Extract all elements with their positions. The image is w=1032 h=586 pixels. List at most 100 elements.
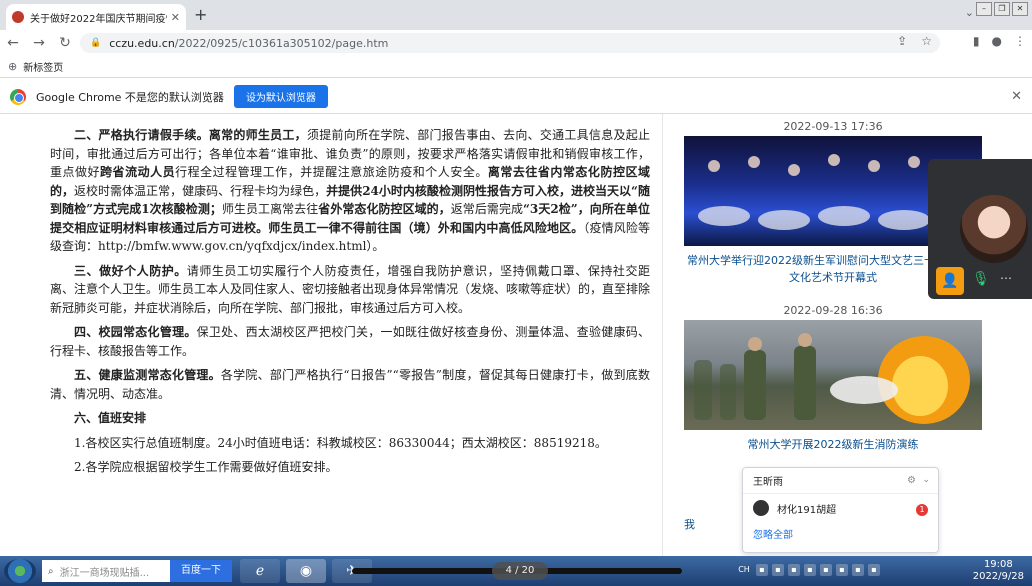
baidu-search-button[interactable]: 百度一下 (170, 560, 232, 582)
network-icon[interactable]: ▪ (852, 564, 864, 576)
body-text: 返校时需体温正常，健康码、行程卡均为绿色， (74, 183, 327, 198)
tab-title: 关于做好2022年国庆节期间疫情... (30, 13, 167, 25)
participant-video (960, 195, 1028, 263)
microphone-icon[interactable]: 🎙 (972, 271, 990, 287)
chat-contact-name: 材化191胡超 (777, 504, 837, 516)
body-text: 返常后需完成 (450, 202, 524, 216)
site-favicon-icon (12, 11, 24, 23)
news-date: 2022-09-13 17:36 (783, 120, 883, 133)
toolbar-actions: ▮ ● ⋮ (973, 34, 1026, 48)
bookmark-star-icon[interactable]: ☆ (921, 34, 932, 48)
news-caption[interactable]: 常州大学开展2022级新生消防演练 (684, 436, 982, 453)
system-tray: CH ▪ ▪ ▪ ▪ ▪ ▪ ▪ ▪ (736, 564, 880, 576)
back-button[interactable]: ← (0, 35, 26, 51)
fire-drill-icon (694, 333, 970, 424)
tray-app-icon[interactable]: ▪ (836, 564, 848, 576)
section-heading: 三、做好个人防护。 (74, 263, 187, 278)
profile-icon[interactable]: ● (992, 34, 1002, 48)
news-image-fire-drill[interactable] (684, 320, 982, 430)
chrome-app-icon[interactable]: ◉ (286, 559, 326, 583)
video-call-widget[interactable]: 👤 🎙 ⋯ (928, 159, 1032, 299)
menu-icon[interactable]: ⋮ (1014, 34, 1026, 48)
volume-icon[interactable]: ▪ (868, 564, 880, 576)
news-more-link[interactable]: 我 (684, 516, 695, 532)
search-icon: ⌕ (48, 565, 54, 577)
default-browser-infobar: Google Chrome 不是您的默认浏览器 设为默认浏览器 ✕ (0, 80, 1032, 114)
article-body: 二、严格执行请假手续。离常的师生员工，须提前向所在学院、部门报告事由、去向、交通… (50, 114, 650, 483)
media-page-indicator: 4 / 20 (492, 562, 548, 580)
tab-close-icon[interactable]: ✕ (171, 11, 180, 24)
screen: 关于做好2022年国庆节期间疫情... ✕ + ⌄ – ❐ ✕ ← → ↻ 🔒 … (0, 0, 1032, 586)
more-options-icon[interactable]: ⋯ (1000, 271, 1012, 285)
bold-text: 离常的师生员工， (208, 128, 307, 142)
globe-icon: ⊕ (8, 60, 18, 73)
minimize-button[interactable]: – (976, 2, 992, 16)
search-placeholder: 浙江一商场现贴插... (59, 567, 150, 579)
chat-notification-popup: 王昕雨 ⚙ ⌄ 材化191胡超 1 忽略全部 (742, 467, 939, 553)
section-heading: 五、健康监测常态化管理。 (74, 368, 221, 382)
omnibox-actions: ⇪ ☆ (897, 34, 932, 48)
browser-tab[interactable]: 关于做好2022年国庆节期间疫情... ✕ (6, 4, 186, 30)
lock-icon[interactable]: 🔒 (90, 38, 101, 48)
tray-app-icon[interactable]: ▪ (772, 564, 784, 576)
section-heading: 四、校园常态化管理。 (74, 325, 197, 339)
share-icon[interactable]: ⇪ (897, 34, 907, 48)
new-tab-button[interactable]: + (194, 5, 207, 24)
url-path: /2022/0925/c10361a305102/page.htm (174, 36, 389, 50)
bookmark-new-tab[interactable]: 新标签页 (23, 59, 63, 74)
taskbar-search-box[interactable]: ⌕ 浙江一商场现贴插... (42, 560, 170, 582)
side-panel-icon[interactable]: ▮ (973, 34, 980, 48)
tray-app-icon[interactable]: ▪ (804, 564, 816, 576)
body-text: 师生员工离常去往 (221, 202, 319, 216)
article-section-2: 二、严格执行请假手续。离常的师生员工，须提前向所在学院、部门报告事由、去向、交通… (50, 126, 650, 256)
tray-app-icon[interactable]: ▪ (820, 564, 832, 576)
tab-search-icon[interactable]: ⌄ (965, 6, 974, 19)
start-button[interactable] (4, 559, 36, 583)
url-host: cczu.edu.cn (109, 36, 175, 50)
article-section-5: 五、健康监测常态化管理。各学院、部门严格执行“日报告”“零报告”制度，督促其每日… (50, 366, 650, 403)
ignore-all-link[interactable]: 忽略全部 (743, 526, 938, 541)
chevron-down-icon[interactable]: ⌄ (922, 475, 930, 485)
windows-taskbar: ⌕ 浙江一商场现贴插... 百度一下 ℯ ◉ ✈ 4 / 20 CH ▪ ▪ ▪… (0, 556, 1032, 586)
chat-user-name: 王昕雨 (753, 477, 783, 488)
settings-gear-icon[interactable]: ⚙ (907, 475, 916, 486)
section-heading: 二、严格执行请假手续。 (74, 128, 209, 142)
article-cut-line (50, 114, 650, 122)
chrome-logo-icon (10, 88, 26, 105)
tab-strip: 关于做好2022年国庆节期间疫情... ✕ + ⌄ – ❐ ✕ (0, 0, 1032, 30)
forward-button[interactable]: → (26, 35, 52, 51)
window-controls: – ❐ ✕ (976, 2, 1028, 16)
browser-toolbar: ← → ↻ 🔒 cczu.edu.cn /2022/0925/c10361a30… (0, 30, 1032, 56)
bold-text: 省外常态化防控区域的， (318, 202, 451, 216)
bookmarks-bar: ⊕ 新标签页 (0, 56, 1032, 78)
article-section-3: 三、做好个人防护。请师生员工切实履行个人防疫责任，增强自我防护意识，坚持佩戴口罩… (50, 262, 650, 318)
address-bar[interactable]: 🔒 cczu.edu.cn /2022/0925/c10361a305102/p… (80, 33, 940, 53)
system-clock[interactable]: 19:08 2022/9/28 (973, 559, 1024, 583)
avatar (753, 500, 769, 516)
clock-time: 19:08 (983, 559, 1013, 570)
unread-badge: 1 (916, 504, 928, 516)
user-avatar-icon[interactable]: 👤 (936, 267, 964, 295)
restore-button[interactable]: ❐ (994, 2, 1010, 16)
infobar-message: Google Chrome 不是您的默认浏览器 (36, 90, 224, 104)
tray-app-icon[interactable]: ▪ (756, 564, 768, 576)
duty-item-1: 1.各校区实行总值班制度。24小时值班电话：科教城校区：86330044；西太湖… (74, 435, 607, 450)
body-text: 行程全过程管理工作，并提醒注意旅途防疫和个人安全。 (175, 165, 488, 179)
chat-header: 王昕雨 ⚙ ⌄ (743, 468, 938, 494)
ie-app-icon[interactable]: ℯ (240, 559, 280, 583)
section-heading: 六、值班安排 (74, 411, 147, 425)
language-indicator[interactable]: CH (736, 564, 752, 576)
bold-text: 跨省流动人员 (100, 165, 176, 179)
reload-button[interactable]: ↻ (52, 35, 78, 51)
chat-message-row[interactable]: 材化191胡超 (743, 494, 938, 522)
news-item[interactable]: 2022-09-28 16:36 常州大学开展2022级新生消防演练 (684, 302, 982, 453)
infobar-close-icon[interactable]: ✕ (1011, 89, 1022, 104)
column-divider (662, 114, 663, 556)
set-default-browser-button[interactable]: 设为默认浏览器 (233, 85, 328, 108)
tray-app-icon[interactable]: ▪ (788, 564, 800, 576)
close-window-button[interactable]: ✕ (1012, 2, 1028, 16)
article-section-6: 六、值班安排 (50, 409, 650, 428)
duty-item-2: 2.各学院应根据留校学生工作需要做好值班安排。 (74, 460, 338, 474)
article-section-4: 四、校园常态化管理。保卫处、西太湖校区严把校门关，一如既往做好核查身份、测量体温… (50, 323, 650, 360)
news-date: 2022-09-28 16:36 (783, 304, 883, 317)
